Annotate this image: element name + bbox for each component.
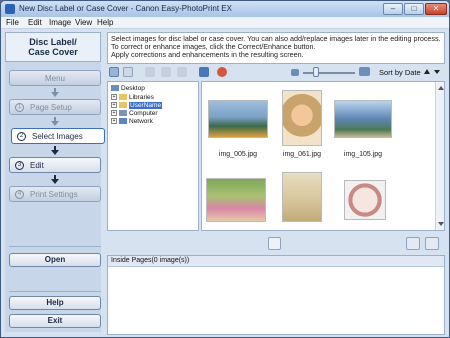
panel-heading-line1: Disc Label/ [29,37,77,47]
action-bar [107,234,445,254]
thumbnail-caption: img_105.jpg [343,151,383,158]
tree-label: Desktop [121,85,145,92]
computer-icon [119,110,127,117]
thumbnail-view-icon[interactable] [109,67,119,77]
sort-dropdown-icon[interactable] [434,70,440,74]
tree-item-computer[interactable]: + Computer [111,110,158,118]
thumbnail-caption: img_005.jpg [218,151,258,158]
enlarge-icon[interactable] [177,67,187,77]
step-number: 3 [15,161,24,170]
scroll-up-icon[interactable] [438,86,444,90]
tree-item-libraries[interactable]: + Libraries [111,94,154,102]
add-image-button[interactable] [268,237,281,250]
exit-button[interactable]: Exit [9,314,101,328]
menu-bar: File Edit Image View Help [1,17,449,29]
title-bar: New Disc Label or Case Cover - Canon Eas… [1,1,449,17]
divider [9,246,101,247]
maximize-icon[interactable]: □ [404,3,424,15]
inside-pages-header: Inside Pages(0 image(s)) [108,256,444,267]
panel-heading-line2: Case Cover [28,47,78,57]
sort-label[interactable]: Sort by Date [379,68,421,77]
divider [9,291,101,292]
close-icon[interactable]: ✕ [425,3,447,15]
menu-help[interactable]: Help [97,18,113,27]
remove-image-button[interactable] [406,237,420,250]
app-icon [5,4,15,14]
instructions-box: Select images for disc label or case cov… [107,32,445,64]
expand-icon[interactable]: + [111,102,117,109]
menu-step-button[interactable]: Menu [9,70,101,86]
minimize-icon[interactable]: – [383,3,403,15]
menu-view[interactable]: View [75,18,92,27]
scroll-down-icon[interactable] [438,222,444,226]
step-label: Edit [30,161,44,170]
image-toolbar: Sort by Date [107,66,445,80]
help-button[interactable]: Help [9,296,101,310]
web-icon[interactable] [217,67,227,77]
print-settings-step-button[interactable]: 4 Print Settings [9,186,101,202]
tree-item-desktop[interactable]: Desktop [111,85,145,93]
expand-icon[interactable]: + [111,94,117,101]
small-thumbnail-icon [291,69,299,76]
selected-images-pane: Inside Pages(0 image(s)) [107,255,445,335]
thumbnail-image[interactable] [282,172,322,222]
tree-label: UserName [129,102,163,109]
menu-file[interactable]: File [6,18,19,27]
correct-enhance-icon[interactable] [199,67,209,77]
thumbnail-image[interactable] [344,180,386,220]
page-setup-step-button[interactable]: 1 Page Setup [9,99,101,115]
down-arrow-icon [51,179,59,184]
step-label: Menu [44,74,65,83]
menu-edit[interactable]: Edit [28,18,42,27]
thumbnail-caption: img_061.jpg [282,151,322,158]
user-folder-icon [119,102,127,109]
step-number: 4 [15,190,24,199]
instructions-line: Apply corrections and enhancements in th… [111,50,304,59]
expand-icon[interactable]: + [111,110,117,117]
step-label: Page Setup [30,103,72,112]
thumbnail-image[interactable] [206,178,266,222]
tree-label: Network [129,118,153,125]
sort-ascending-icon[interactable] [424,69,430,74]
step-label: Print Settings [30,190,78,199]
desktop-icon [111,85,119,92]
folder-tree: Desktop + Libraries + UserName + Computer +… [107,81,199,231]
down-arrow-icon [51,150,59,155]
thumbnail-image[interactable] [282,90,322,146]
eye-icon[interactable] [161,67,171,77]
vertical-scrollbar[interactable] [435,82,444,230]
tree-item-username[interactable]: + UserName [111,102,163,110]
edit-step-button[interactable]: 3 Edit [9,157,101,173]
menu-image[interactable]: Image [49,18,71,27]
down-arrow-icon [51,121,59,126]
step-number: 1 [15,103,24,112]
folder-icon [119,94,127,101]
large-thumbnail-icon [359,67,370,76]
step-number: 2 [17,132,26,141]
window-title: New Disc Label or Case Cover - Canon Eas… [19,4,232,13]
slider-thumb[interactable] [313,67,319,77]
select-images-step-button[interactable]: 2 Select Images [11,128,105,144]
network-icon [119,118,127,125]
expand-icon[interactable]: + [111,118,117,125]
list-view-icon[interactable] [123,67,133,77]
tree-item-network[interactable]: + Network [111,118,153,126]
rotate-icon[interactable] [145,67,155,77]
step-label: Select Images [32,132,83,141]
tree-label: Computer [129,110,158,117]
thumbnail-image[interactable] [208,100,268,138]
app-window: New Disc Label or Case Cover - Canon Eas… [0,0,450,338]
tree-label: Libraries [129,94,154,101]
left-panel: Disc Label/ Case Cover Menu 1 Page Setup… [5,32,105,332]
open-button[interactable]: Open [9,253,101,267]
thumbnail-size-slider[interactable] [303,72,355,74]
thumbnail-image[interactable] [334,100,392,138]
thumbnail-pane: img_005.jpg img_061.jpg img_105.jpg [201,81,445,231]
panel-heading: Disc Label/ Case Cover [5,32,101,62]
remove-all-images-button[interactable] [425,237,439,250]
down-arrow-icon [51,92,59,97]
